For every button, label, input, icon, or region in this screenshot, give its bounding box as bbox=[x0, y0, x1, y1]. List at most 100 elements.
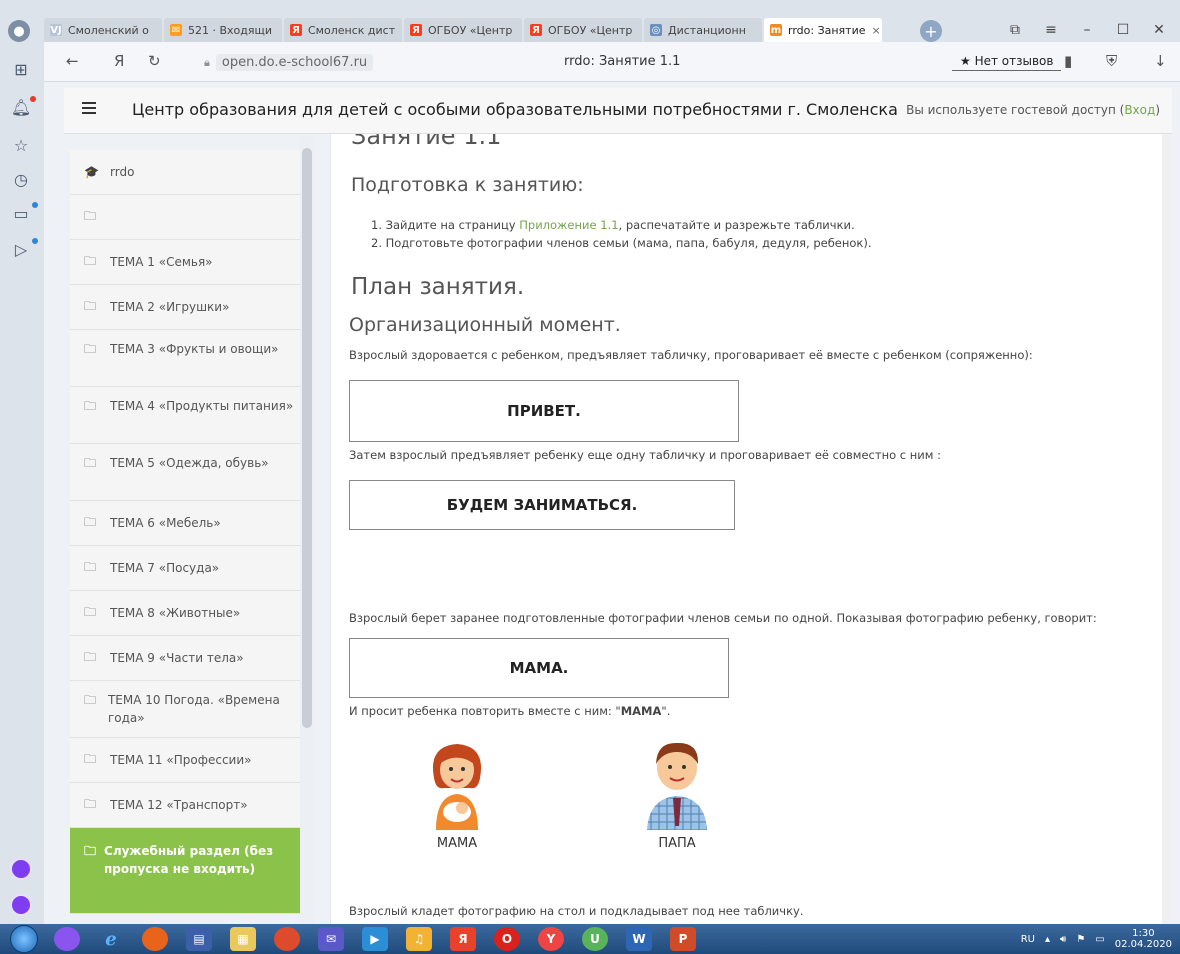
course-section-label: Служебный раздел (без пропуска не входит… bbox=[104, 844, 274, 876]
music-icon[interactable]: ♫ bbox=[406, 927, 432, 951]
site-title[interactable]: Центр образования для детей с особыми об… bbox=[132, 100, 898, 119]
bookmarks-icon[interactable]: ☆ bbox=[8, 132, 34, 158]
content-scrollbar[interactable] bbox=[1162, 134, 1170, 924]
course-section-item[interactable]: 🗀 ТЕМА 10 Погода. «Времена года» bbox=[70, 681, 310, 738]
course-section-label: ТЕМА 7 «Посуда» bbox=[110, 561, 220, 575]
tab-favicon-icon: Я bbox=[290, 24, 302, 36]
tab-label: ОГБОУ «Центр bbox=[428, 23, 513, 37]
back-icon[interactable]: ← bbox=[66, 52, 79, 70]
course-cap-icon: 🎓 bbox=[84, 165, 99, 179]
course-section-label: ТЕМА 2 «Игрушки» bbox=[110, 300, 230, 314]
tab-favicon-icon: m bbox=[770, 24, 782, 36]
browser-tab-bar: ● VJ Смоленский о ✉ 521 · Входящи Я Смоленск … bbox=[0, 0, 1180, 42]
url-field[interactable]: 🔒︎ open.do.e-school67.ru bbox=[204, 54, 374, 71]
maximize-icon[interactable]: ☐ bbox=[1108, 18, 1138, 42]
close-tab-icon[interactable]: × bbox=[872, 24, 881, 37]
course-navigation: 🎓 rrdo 🗀 🗀 ТЕМА 1 «Семья» 🗀 ТЕМА 2 «Игрушки» 🗀 Т… bbox=[70, 150, 310, 920]
paragraph-second-card: Затем взрослый предъявляет ребенку еще о… bbox=[349, 448, 941, 462]
profile-icon[interactable]: ● bbox=[8, 20, 30, 42]
browser-tab[interactable]: Я ОГБОУ «Центр bbox=[404, 18, 522, 42]
tab-favicon-icon: Я bbox=[410, 24, 422, 36]
download-icon[interactable]: ↓ bbox=[1154, 52, 1167, 70]
course-section-label: ТЕМА 12 «Транспорт» bbox=[110, 798, 248, 812]
apps-grid-icon[interactable]: ⊞ bbox=[8, 56, 34, 82]
reload-icon[interactable]: ↻ bbox=[148, 52, 161, 70]
alice-taskbar-icon[interactable] bbox=[54, 927, 80, 951]
tab-favicon-icon: ✉ bbox=[170, 24, 182, 36]
browser-tab[interactable]: ✉ 521 · Входящи bbox=[164, 18, 282, 42]
collections-icon[interactable]: ▭ bbox=[8, 200, 34, 226]
browser-tab[interactable]: Я Смоленск дист bbox=[284, 18, 402, 42]
word-icon[interactable]: W bbox=[626, 927, 652, 951]
folder-icon: 🗀 bbox=[84, 559, 97, 574]
course-section-label: ТЕМА 4 «Продукты питания» bbox=[110, 399, 294, 413]
new-tab-button[interactable]: + bbox=[920, 20, 942, 42]
utorrent-icon[interactable]: U bbox=[582, 927, 608, 951]
course-section-item[interactable]: 🗀 ТЕМА 4 «Продукты питания» bbox=[70, 387, 310, 444]
course-section-label: ТЕМА 6 «Мебель» bbox=[110, 516, 221, 530]
course-section-label: ТЕМА 3 «Фрукты и овощи» bbox=[110, 342, 279, 356]
alice-icon[interactable] bbox=[10, 858, 32, 880]
course-nav-scroll-thumb[interactable] bbox=[302, 148, 312, 728]
tabs-overview-icon[interactable]: ⧉ bbox=[1000, 18, 1030, 42]
flag-icon[interactable]: ⚑ bbox=[1076, 934, 1085, 945]
figure-mom: МАМА bbox=[407, 738, 507, 851]
folder-icon: 🗀 bbox=[84, 342, 97, 356]
course-section-label: ТЕМА 11 «Профессии» bbox=[110, 753, 252, 767]
browser-tab[interactable]: VJ Смоленский о bbox=[44, 18, 162, 42]
firefox-icon[interactable] bbox=[142, 927, 168, 951]
media-icon[interactable]: ▷ bbox=[8, 236, 34, 262]
network-icon[interactable]: ▭ bbox=[1095, 934, 1104, 945]
save-app-icon[interactable]: ▤ bbox=[186, 927, 212, 951]
menu-toggle-icon[interactable] bbox=[82, 102, 96, 114]
tab-label: 521 · Входящи bbox=[188, 23, 273, 37]
start-button[interactable] bbox=[10, 925, 38, 953]
course-section-item[interactable]: 🗀 ТЕМА 7 «Посуда» bbox=[70, 546, 310, 591]
reviews-button[interactable]: ★ Нет отзывов bbox=[952, 52, 1062, 71]
yandex-browser-icon[interactable]: Y bbox=[538, 927, 564, 951]
course-section-item[interactable]: 🗀 ТЕМА 6 «Мебель» bbox=[70, 501, 310, 546]
volume-icon[interactable]: 🔊︎ bbox=[1060, 934, 1066, 945]
explorer-icon[interactable]: ▦ bbox=[230, 927, 256, 951]
protect-icon[interactable]: ⛨ bbox=[1106, 52, 1117, 70]
course-section-item[interactable]: 🗀 ТЕМА 5 «Одежда, обувь» bbox=[70, 444, 310, 501]
course-section-item[interactable]: 🗀 ТЕМА 11 «Профессии» bbox=[70, 738, 310, 783]
course-section-item[interactable]: 🎓 rrdo bbox=[70, 150, 310, 195]
tab-label: Смоленск дист bbox=[308, 23, 396, 37]
tab-strip: VJ Смоленский о ✉ 521 · Входящи Я Смоленск ди… bbox=[44, 18, 884, 42]
opera-icon[interactable]: O bbox=[494, 927, 520, 951]
mail-icon[interactable]: ✉ bbox=[318, 927, 344, 951]
course-section-item[interactable]: 🗀 bbox=[70, 195, 310, 240]
assistant-icon[interactable] bbox=[10, 894, 32, 916]
language-indicator[interactable]: RU bbox=[1021, 934, 1035, 945]
browser-tab[interactable]: Я ОГБОУ «Центр bbox=[524, 18, 642, 42]
yandex-home-icon[interactable]: Я bbox=[114, 52, 124, 70]
prep-step-1: 1. Зайдите на страницу Приложение 1.1, р… bbox=[371, 218, 855, 232]
appendix-link[interactable]: Приложение 1.1 bbox=[519, 218, 618, 232]
close-window-icon[interactable]: ✕ bbox=[1144, 18, 1174, 42]
course-section-item[interactable]: 🗀 ТЕМА 2 «Игрушки» bbox=[70, 285, 310, 330]
browser-tab[interactable]: m rrdo: Занятие × bbox=[764, 18, 882, 42]
paragraph-repeat: И просит ребенка повторить вместе с ним:… bbox=[349, 704, 671, 718]
course-section-item[interactable]: 🗀 Служебный раздел (без пропуска не входи… bbox=[70, 828, 310, 914]
course-section-item[interactable]: 🗀 ТЕМА 3 «Фрукты и овощи» bbox=[70, 330, 310, 387]
menu-icon[interactable]: ≡ bbox=[1036, 18, 1066, 42]
course-section-item[interactable]: 🗀 ТЕМА 12 «Транспорт» bbox=[70, 783, 310, 828]
minimize-icon[interactable]: – bbox=[1072, 18, 1102, 42]
clock[interactable]: 1:30 02.04.2020 bbox=[1115, 928, 1172, 950]
yandex-taskbar-icon[interactable]: Я bbox=[450, 927, 476, 951]
page-title-in-address: rrdo: Занятие 1.1 bbox=[564, 54, 681, 69]
course-section-item[interactable]: 🗀 ТЕМА 1 «Семья» bbox=[70, 240, 310, 285]
tray-arrow-icon[interactable]: ▴ bbox=[1045, 934, 1050, 945]
ie-icon[interactable]: ℯ bbox=[98, 927, 124, 951]
course-section-item[interactable]: 🗀 ТЕМА 8 «Животные» bbox=[70, 591, 310, 636]
chrome-icon[interactable] bbox=[274, 927, 300, 951]
browser-tab[interactable]: ◎ Дистанционн bbox=[644, 18, 762, 42]
bookmark-page-icon[interactable]: ▮ bbox=[1064, 52, 1072, 70]
powerpoint-icon[interactable]: P bbox=[670, 927, 696, 951]
media-player-icon[interactable]: ▶ bbox=[362, 927, 388, 951]
login-link[interactable]: Вход bbox=[1124, 103, 1155, 117]
course-section-item[interactable]: 🗀 ТЕМА 9 «Части тела» bbox=[70, 636, 310, 681]
folder-icon: 🗀 bbox=[84, 649, 97, 664]
history-icon[interactable]: ◷ bbox=[8, 166, 34, 192]
